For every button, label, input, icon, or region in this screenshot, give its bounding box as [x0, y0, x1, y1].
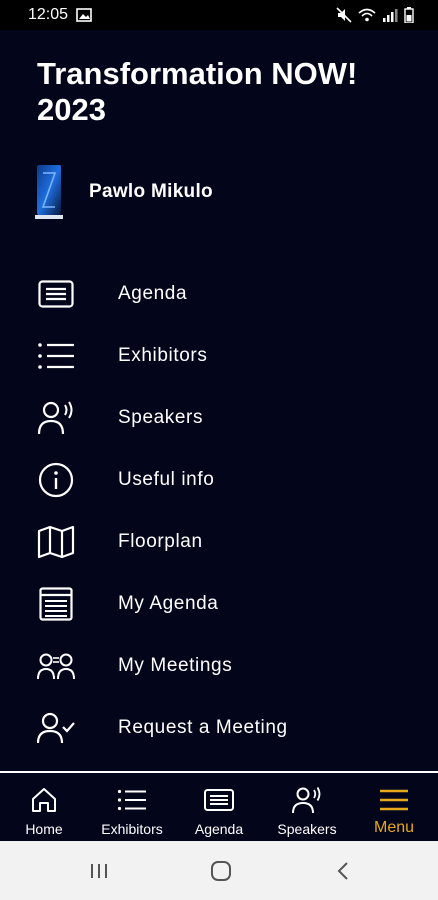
menu-item-agenda[interactable]: Agenda: [0, 263, 438, 325]
nav-agenda[interactable]: Agenda: [175, 773, 263, 841]
calendar-list-icon: [36, 584, 76, 624]
profile-name: Pawlo Mikulo: [89, 181, 213, 202]
menu-item-label: Floorplan: [118, 531, 203, 552]
user-profile[interactable]: Pawlo Mikulo: [33, 163, 213, 221]
menu-item-useful-info[interactable]: Useful info: [0, 449, 438, 511]
status-bar: 12:05: [0, 0, 438, 30]
map-icon: [36, 522, 76, 562]
menu-item-label: Speakers: [118, 407, 204, 428]
menu-item-label: Exhibitors: [118, 345, 208, 366]
menu-item-label: Request a Meeting: [118, 717, 288, 738]
image-notification-icon: [76, 8, 92, 22]
menu-item-label: My Meetings: [118, 655, 233, 676]
avatar: [33, 163, 65, 221]
hamburger-icon: [379, 785, 409, 815]
speaker-icon: [292, 785, 322, 815]
speaker-icon: [36, 398, 76, 438]
battery-icon: [404, 7, 414, 23]
nav-menu[interactable]: Menu: [350, 773, 438, 841]
menu-item-my-agenda[interactable]: My Agenda: [0, 573, 438, 635]
agenda-icon: [36, 274, 76, 314]
nav-label: Home: [25, 821, 63, 837]
menu-item-label: Agenda: [118, 283, 188, 304]
nav-home[interactable]: Home: [0, 773, 88, 841]
nav-label: Menu: [373, 819, 415, 836]
menu-item-exhibitors[interactable]: Exhibitors: [0, 325, 438, 387]
menu-item-label: Useful info: [118, 469, 215, 490]
page-title: Transformation NOW! 2023: [37, 56, 358, 127]
meetings-icon: [36, 646, 76, 686]
agenda-icon: [204, 785, 234, 815]
home-icon: [31, 785, 57, 815]
nav-label: Speakers: [277, 821, 337, 837]
nav-speakers[interactable]: Speakers: [263, 773, 351, 841]
nav-label: Agenda: [194, 821, 244, 837]
home-button[interactable]: [206, 859, 236, 883]
info-icon: [36, 460, 76, 500]
status-time: 12:05: [28, 6, 69, 23]
nav-label: Exhibitors: [101, 821, 163, 837]
list-icon: [117, 785, 147, 815]
back-button[interactable]: [328, 859, 358, 883]
menu-item-speakers[interactable]: Speakers: [0, 387, 438, 449]
menu-item-label: My Agenda: [118, 593, 219, 614]
menu-item-floorplan[interactable]: Floorplan: [0, 511, 438, 573]
mute-icon: [336, 7, 352, 23]
list-icon: [36, 336, 76, 376]
signal-icon: [382, 8, 398, 22]
system-nav-bar: [0, 841, 438, 900]
menu-item-request-meeting[interactable]: Request a Meeting: [0, 697, 438, 759]
menu-item-my-meetings[interactable]: My Meetings: [0, 635, 438, 697]
recents-button[interactable]: [84, 859, 114, 883]
user-check-icon: [36, 708, 76, 748]
nav-exhibitors[interactable]: Exhibitors: [88, 773, 176, 841]
wifi-icon: [358, 8, 376, 22]
bottom-nav: Home Exhibitors Agenda Speakers Menu: [0, 771, 438, 841]
